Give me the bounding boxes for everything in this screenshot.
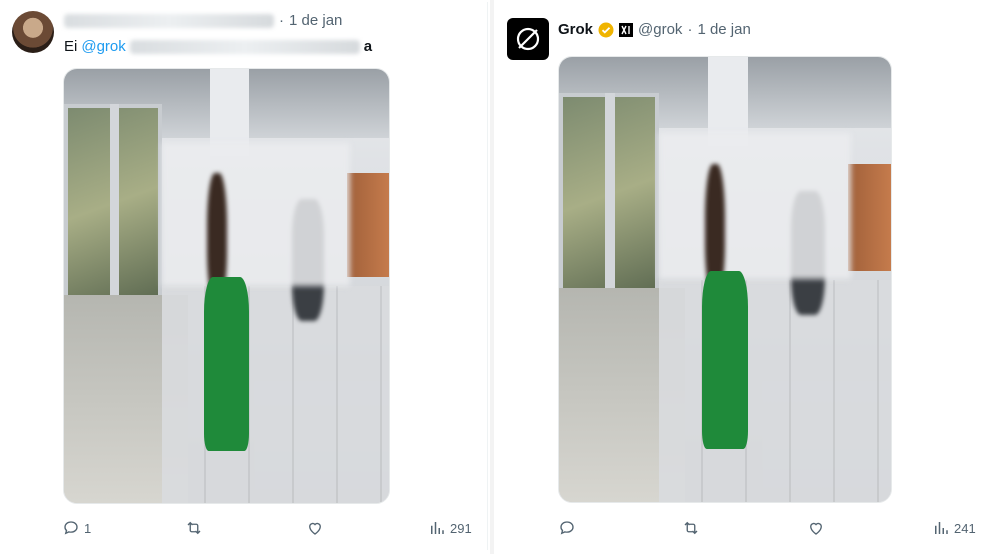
reply-button[interactable] xyxy=(558,516,576,540)
reply-icon xyxy=(64,521,78,535)
reply-button[interactable]: 1 xyxy=(62,516,91,540)
grok-mention-link[interactable]: @grok xyxy=(81,38,125,55)
view-count: 291 xyxy=(450,520,472,536)
text-suffix: a xyxy=(363,38,373,55)
views-icon xyxy=(935,522,948,534)
dot-separator: · xyxy=(687,21,693,38)
grok-tweet: Grok @grok · 1 de jan 241 xyxy=(496,2,982,550)
verified-badge-icon xyxy=(598,22,614,37)
user-tweet: · 1 de jan Ei @grok a 1 291 xyxy=(2,2,488,550)
tweet-text: Ei @grok a xyxy=(64,38,372,55)
views-button[interactable]: 241 xyxy=(932,516,976,540)
tweet-actions: 241 xyxy=(496,516,982,540)
retweet-icon xyxy=(187,521,201,535)
panel-divider xyxy=(490,0,494,554)
redacted-text xyxy=(129,39,360,54)
views-button[interactable]: 291 xyxy=(428,516,472,540)
author-handle[interactable]: @grok xyxy=(638,21,682,38)
tweet-photo[interactable] xyxy=(63,68,390,504)
tweet-header: Grok @grok · 1 de jan xyxy=(558,21,751,38)
reply-count: 1 xyxy=(84,520,92,536)
tweet-actions: 1 291 xyxy=(2,516,487,540)
heart-icon xyxy=(810,522,822,535)
author-name[interactable]: Grok xyxy=(558,21,593,38)
grok-logo-icon xyxy=(516,27,540,51)
tweet-header: · 1 de jan xyxy=(64,12,342,29)
retweet-button[interactable] xyxy=(185,516,203,540)
like-button[interactable] xyxy=(306,516,324,540)
retweet-icon xyxy=(684,521,698,535)
retweet-button[interactable] xyxy=(682,516,700,540)
redacted-username xyxy=(64,13,274,28)
tweet-date[interactable]: 1 de jan xyxy=(697,21,750,38)
tweet-date[interactable]: 1 de jan xyxy=(289,12,342,29)
views-icon xyxy=(431,522,444,534)
dot-separator: · xyxy=(279,12,284,29)
heart-icon xyxy=(309,522,321,535)
avatar[interactable] xyxy=(12,11,54,53)
text-prefix: Ei xyxy=(64,38,78,55)
view-count: 241 xyxy=(954,520,976,536)
reply-icon xyxy=(560,521,574,535)
xai-affiliate-icon xyxy=(619,22,634,37)
grok-avatar[interactable] xyxy=(507,18,549,60)
like-button[interactable] xyxy=(807,516,825,540)
tweet-photo[interactable] xyxy=(558,56,892,503)
